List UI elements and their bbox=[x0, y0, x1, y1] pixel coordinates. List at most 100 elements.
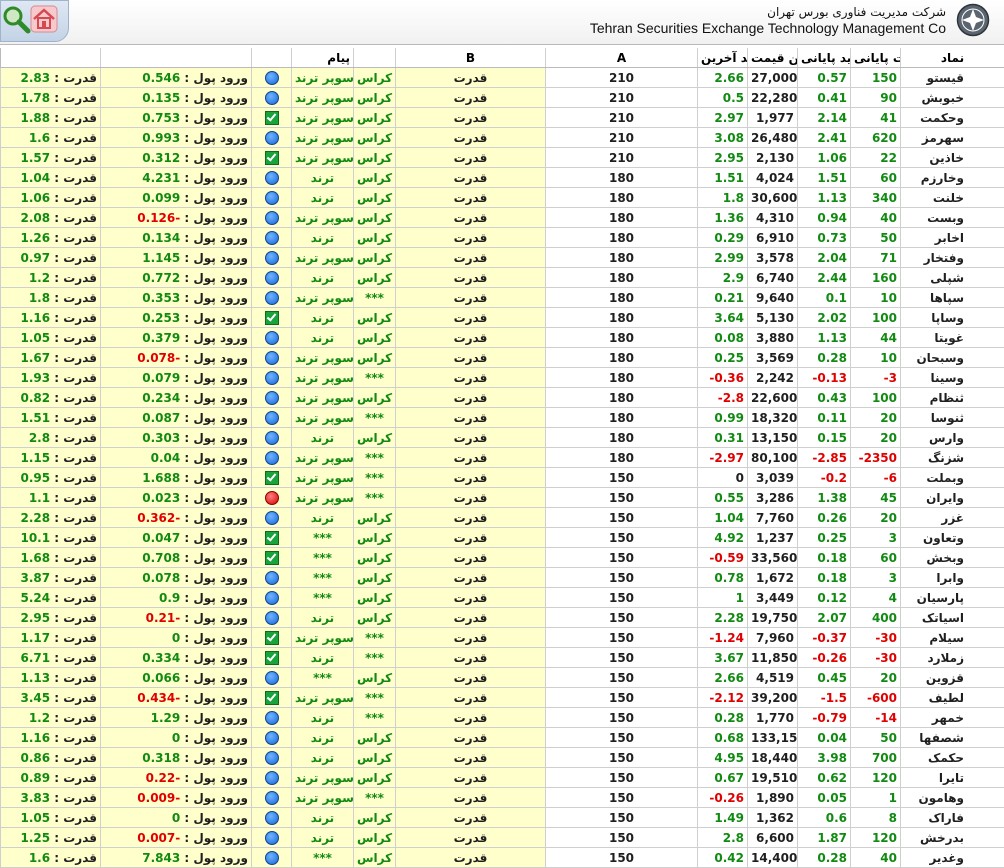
table-row[interactable]: قدرت : 1.93 ورود پول : 0.079 سوپر ترند *** ق… bbox=[0, 367, 1004, 388]
table-row[interactable]: قدرت : 1.13 ورود پول : 0.066 *** کراس قدرت 15… bbox=[0, 667, 1004, 688]
symbol-cell[interactable]: شزنگ bbox=[900, 447, 1004, 468]
symbol-cell[interactable]: شصفها bbox=[900, 727, 1004, 748]
symbol-cell[interactable]: بدرخش bbox=[900, 827, 1004, 848]
table-row[interactable]: قدرت : 1.51 ورود پول : 0.087 سوپر ترند *** ق… bbox=[0, 407, 1004, 428]
symbol-cell[interactable]: قزوین bbox=[900, 667, 1004, 688]
table-row[interactable]: قدرت : 2.28 ورود پول : -0.362 ترند کراس قدرت… bbox=[0, 507, 1004, 528]
symbol-cell[interactable]: پارسیان bbox=[900, 587, 1004, 608]
column-header[interactable] bbox=[100, 48, 252, 68]
symbol-cell[interactable]: وفتخار bbox=[900, 247, 1004, 268]
table-row[interactable]: قدرت : 1.2 ورود پول : 0.772 ترند کراس قدرت 18… bbox=[0, 267, 1004, 288]
symbol-cell[interactable]: لطیف bbox=[900, 687, 1004, 708]
symbol-cell[interactable]: وهامون bbox=[900, 787, 1004, 808]
close-pct-cell-value: 0.25 bbox=[817, 530, 847, 545]
table-row[interactable]: قدرت : 1.68 ورود پول : 0.708 *** کراس قدرت 15… bbox=[0, 547, 1004, 568]
table-row[interactable]: قدرت : 1.05 ورود پول : 0.379 ترند کراس قدرت 1… bbox=[0, 327, 1004, 348]
symbol-cell[interactable]: وابرا bbox=[900, 567, 1004, 588]
table-row[interactable]: قدرت : 1.78 ورود پول : 0.135 سوپر ترند کراس… bbox=[0, 87, 1004, 108]
table-row[interactable]: قدرت : 1.88 ورود پول : 0.753 سوپر ترند کراس… bbox=[0, 107, 1004, 128]
symbol-cell[interactable]: اسیاتک bbox=[900, 607, 1004, 628]
table-row[interactable]: قدرت : 6.71 ورود پول : 0.334 ترند *** قدرت 15… bbox=[0, 647, 1004, 668]
symbol-cell[interactable]: سپاها bbox=[900, 287, 1004, 308]
symbol-cell[interactable]: وتعاون bbox=[900, 527, 1004, 548]
column-header[interactable] bbox=[0, 48, 101, 68]
table-row[interactable]: قدرت : 1.6 ورود پول : 0.993 سوپر ترند کراس ق… bbox=[0, 127, 1004, 148]
table-row[interactable]: قدرت : 1.67 ورود پول : -0.078 سوپر ترند کرا… bbox=[0, 347, 1004, 368]
table-row[interactable]: قدرت : 0.95 ورود پول : 1.688 سوپر ترند *** ق… bbox=[0, 467, 1004, 488]
column-header[interactable]: ید پایانی bbox=[797, 48, 851, 68]
table-row[interactable]: قدرت : 1.26 ورود پول : 0.134 ترند کراس قدرت 1… bbox=[0, 227, 1004, 248]
vorood-cell: ورود پول : 0.334 bbox=[100, 647, 252, 668]
symbol-cell[interactable]: سهرمز bbox=[900, 127, 1004, 148]
table-row[interactable]: قدرت : 0.82 ورود پول : 0.234 سوپر ترند کراس… bbox=[0, 387, 1004, 408]
table-row[interactable]: قدرت : 5.24 ورود پول : 0.9 *** کراس قدرت 150 1… bbox=[0, 587, 1004, 608]
column-header[interactable] bbox=[353, 48, 396, 68]
table-row[interactable]: قدرت : 1.15 ورود پول : 0.04 سوپر ترند *** قد… bbox=[0, 447, 1004, 468]
column-header[interactable]: نماد bbox=[900, 48, 1004, 68]
symbol-cell[interactable]: وحکمت bbox=[900, 107, 1004, 128]
table-row[interactable]: قدرت : 1.04 ورود پول : 4.231 ترند کراس قدرت 1… bbox=[0, 167, 1004, 188]
column-header[interactable]: A bbox=[545, 48, 698, 68]
symbol-cell[interactable]: وارس bbox=[900, 427, 1004, 448]
column-header[interactable]: B bbox=[395, 48, 546, 68]
home-icon[interactable] bbox=[30, 5, 58, 33]
symbol-cell[interactable]: حکمک bbox=[900, 747, 1004, 768]
symbol-cell[interactable]: زملارد bbox=[900, 647, 1004, 668]
symbol-cell[interactable]: تایرا bbox=[900, 767, 1004, 788]
symbol-cell[interactable]: وبملت bbox=[900, 467, 1004, 488]
table-row[interactable]: قدرت : 3.45 ورود پول : -0.434 سوپر ترند ***… bbox=[0, 687, 1004, 708]
symbol-cell[interactable]: وبخش bbox=[900, 547, 1004, 568]
symbol-cell[interactable]: خلنت bbox=[900, 187, 1004, 208]
table-row[interactable]: قدرت : 1.57 ورود پول : 0.312 سوپر ترند کراس… bbox=[0, 147, 1004, 168]
table-row[interactable]: قدرت : 2.83 ورود پول : 0.546 سوپر ترند کراس… bbox=[0, 67, 1004, 88]
qodrat-cell: قدرت : 1.25 bbox=[0, 827, 101, 848]
symbol-cell[interactable]: خمهر bbox=[900, 707, 1004, 728]
symbol-cell[interactable]: غزر bbox=[900, 507, 1004, 528]
symbol-cell[interactable]: ثنظام bbox=[900, 387, 1004, 408]
symbol-cell[interactable]: وخارزم bbox=[900, 167, 1004, 188]
table-row[interactable]: قدرت : 3.87 ورود پول : 0.078 *** کراس قدرت 15… bbox=[0, 567, 1004, 588]
symbol-cell[interactable]: سیلام bbox=[900, 627, 1004, 648]
table-row[interactable]: قدرت : 2.95 ورود پول : -0.21 ترند کراس قدرت 1… bbox=[0, 607, 1004, 628]
table-row[interactable]: قدرت : 1.06 ورود پول : 0.099 ترند کراس قدرت 1… bbox=[0, 187, 1004, 208]
symbol-cell[interactable]: وساپا bbox=[900, 307, 1004, 328]
search-icon[interactable] bbox=[1, 4, 31, 34]
column-header[interactable]: ت پایانی bbox=[850, 48, 901, 68]
table-row[interactable]: قدرت : 1.1 ورود پول : 0.023 سوپر ترند *** قد… bbox=[0, 487, 1004, 508]
vorood-label: ورود پول : bbox=[180, 250, 248, 265]
signal-cell-2-value: *** bbox=[365, 710, 384, 725]
symbol-cell[interactable]: ثنوسا bbox=[900, 407, 1004, 428]
symbol-cell[interactable]: وغدیر bbox=[900, 847, 1004, 868]
table-row[interactable]: قدرت : 1.16 ورود پول : 0 ترند کراس قدرت 150 0.… bbox=[0, 727, 1004, 748]
symbol-cell[interactable]: فاراک bbox=[900, 807, 1004, 828]
symbol-cell[interactable]: خاذین bbox=[900, 147, 1004, 168]
price-cell-value: 3,578 bbox=[756, 250, 794, 265]
column-header[interactable]: ین قیمت bbox=[747, 48, 798, 68]
symbol-cell[interactable]: وسینا bbox=[900, 367, 1004, 388]
table-row[interactable]: قدرت : 10.1 ورود پول : 0.047 *** کراس قدرت 15… bbox=[0, 527, 1004, 548]
table-row[interactable]: قدرت : 0.97 ورود پول : 1.145 سوپر ترند کراس… bbox=[0, 247, 1004, 268]
symbol-cell[interactable]: وسبحان bbox=[900, 347, 1004, 368]
table-row[interactable]: قدرت : 1.8 ورود پول : 0.353 سوپر ترند *** قد… bbox=[0, 287, 1004, 308]
symbol-cell[interactable]: وایران bbox=[900, 487, 1004, 508]
symbol-cell[interactable]: غویتا bbox=[900, 327, 1004, 348]
symbol-cell[interactable]: وبست bbox=[900, 207, 1004, 228]
symbol-cell[interactable]: قیستو bbox=[900, 67, 1004, 88]
table-row[interactable]: قدرت : 1.17 ورود پول : 0 سوپر ترند *** قدرت 1… bbox=[0, 627, 1004, 648]
table-row[interactable]: قدرت : 1.05 ورود پول : 0 ترند کراس قدرت 150 1.… bbox=[0, 807, 1004, 828]
table-row[interactable]: قدرت : 0.89 ورود پول : -0.22 سوپر ترند کراس… bbox=[0, 767, 1004, 788]
table-row[interactable]: قدرت : 1.25 ورود پول : -0.007 ترند کراس قدرت… bbox=[0, 827, 1004, 848]
column-header[interactable]: پیام bbox=[291, 48, 354, 68]
symbol-cell[interactable]: شپلی bbox=[900, 267, 1004, 288]
table-row[interactable]: قدرت : 2.08 ورود پول : -0.126 سوپر ترند کرا… bbox=[0, 207, 1004, 228]
column-header[interactable]: ید آخرین bbox=[697, 48, 748, 68]
table-row[interactable]: قدرت : 0.86 ورود پول : 0.318 ترند کراس قدرت 1… bbox=[0, 747, 1004, 768]
table-row[interactable]: قدرت : 2.8 ورود پول : 0.303 ترند کراس قدرت 18… bbox=[0, 427, 1004, 448]
symbol-cell[interactable]: خبوبش bbox=[900, 87, 1004, 108]
table-row[interactable]: قدرت : 3.83 ورود پول : -0.009 سوپر ترند ***… bbox=[0, 787, 1004, 808]
table-row[interactable]: قدرت : 1.16 ورود پول : 0.253 ترند کراس قدرت 1… bbox=[0, 307, 1004, 328]
symbol-cell[interactable]: اخابر bbox=[900, 227, 1004, 248]
column-header[interactable] bbox=[251, 48, 292, 68]
table-row[interactable]: قدرت : 1.6 ورود پول : 7.843 *** کراس قدرت 150… bbox=[0, 847, 1004, 868]
table-row[interactable]: قدرت : 1.2 ورود پول : 1.29 ترند *** قدرت 150 0… bbox=[0, 707, 1004, 728]
